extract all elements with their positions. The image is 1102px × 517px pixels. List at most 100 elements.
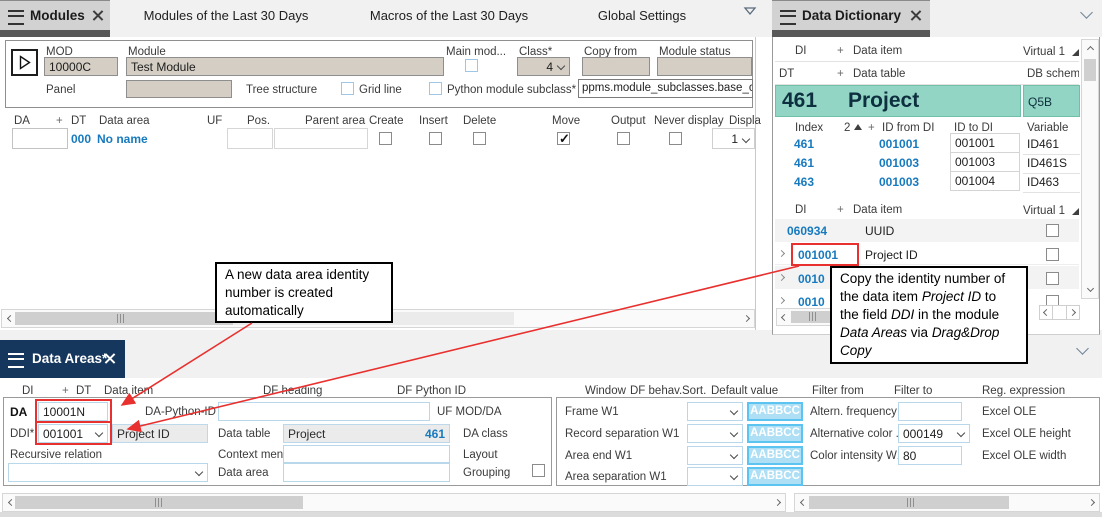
expand-plus[interactable]: + [837, 203, 844, 217]
context-menu-field[interactable] [283, 445, 450, 463]
item-row-name[interactable]: Project ID [865, 248, 918, 262]
item-row-name[interactable]: UUID [865, 224, 894, 238]
module-field[interactable]: Test Module [126, 57, 444, 76]
bottom-left-hscrollbar[interactable] [2, 493, 786, 512]
scroll-down-icon[interactable] [1087, 285, 1094, 292]
virtual-checkbox[interactable] [1046, 272, 1059, 285]
main-mod-checkbox[interactable] [465, 59, 478, 72]
scroll-right-icon[interactable] [743, 315, 750, 322]
pos-input[interactable] [227, 128, 273, 149]
scroll-right-icon[interactable] [1088, 499, 1095, 506]
index-row-index[interactable]: 463 [794, 175, 814, 189]
dd-item-virtual-label[interactable]: Virtual 1 [1023, 203, 1079, 218]
scroll-thumb[interactable] [1084, 59, 1096, 81]
module-status-field[interactable] [657, 57, 752, 76]
area-separation-w1-color-swatch[interactable]: AABBCC [747, 467, 803, 486]
record-separation-w1-color-swatch[interactable]: AABBCC [747, 424, 803, 443]
expand-plus[interactable]: + [868, 121, 875, 135]
tab-data-dictionary[interactable]: Data Dictionary [772, 0, 930, 30]
selected-table-row[interactable]: 461 Project [775, 85, 1021, 117]
frame-w1-color-swatch[interactable]: AABBCC [747, 402, 803, 421]
data-area-field[interactable] [283, 463, 450, 482]
expand-plus[interactable]: + [837, 67, 844, 81]
menu-icon[interactable] [8, 10, 24, 25]
row-data-area-value[interactable]: No name [97, 132, 148, 146]
bottom-right-hscrollbar[interactable] [794, 493, 1100, 512]
expand-plus[interactable]: + [62, 384, 69, 398]
area-separation-w1-dropdown[interactable] [687, 467, 743, 486]
menu-icon[interactable] [8, 353, 24, 368]
scroll-left-icon[interactable] [8, 499, 15, 506]
da-id-input[interactable] [12, 128, 68, 149]
da-python-id-field[interactable] [218, 402, 430, 421]
close-icon[interactable] [92, 10, 103, 21]
close-icon[interactable] [104, 353, 115, 364]
scroll-thumb[interactable] [15, 312, 233, 325]
item-row-id[interactable]: 0010 [798, 272, 825, 286]
area-end-w1-color-swatch[interactable]: AABBCC [747, 446, 803, 465]
scroll-thumb[interactable] [809, 496, 1009, 509]
mod-field[interactable]: 10000C [44, 57, 118, 76]
insert-checkbox[interactable] [429, 132, 442, 145]
tab-overflow-icon[interactable] [743, 6, 757, 16]
class-dropdown[interactable]: 4 [517, 57, 570, 76]
area-end-w1-dropdown[interactable] [687, 446, 743, 465]
scroll-left-icon[interactable] [800, 499, 807, 506]
scroll-right-button[interactable] [1066, 306, 1079, 319]
index-row-index[interactable]: 461 [794, 137, 814, 151]
never-display-checkbox[interactable] [669, 132, 682, 145]
grid-line-checkbox[interactable] [341, 82, 354, 95]
dd-virtual-col-label[interactable]: Virtual 1 [1023, 44, 1079, 59]
subclass-path-field[interactable]: ppms.module_subclasses.base_clas [578, 79, 753, 98]
scroll-right-icon[interactable] [774, 499, 781, 506]
tab-macros-last-30-days[interactable]: Macros of the Last 30 Days [348, 8, 550, 23]
dd-vscrollbar[interactable] [1081, 39, 1099, 299]
panel-field[interactable] [126, 80, 232, 98]
item-row-id[interactable]: 0010 [798, 295, 825, 309]
python-subclass-checkbox[interactable] [429, 82, 442, 95]
sort-asc-icon[interactable] [854, 124, 862, 130]
display-dropdown[interactable]: 1 [712, 128, 755, 149]
run-button[interactable] [11, 49, 38, 76]
color-intensity-field[interactable]: 80 [898, 446, 962, 465]
scroll-left-button[interactable] [1040, 306, 1053, 319]
record-separation-w1-dropdown[interactable] [687, 424, 743, 443]
index-sort-order[interactable]: 2 [844, 121, 850, 135]
copy-from-field[interactable] [582, 57, 650, 76]
item-row-id[interactable]: 060934 [787, 224, 827, 238]
output-checkbox[interactable] [617, 132, 630, 145]
frame-w1-dropdown[interactable] [687, 402, 743, 421]
expand-plus[interactable]: + [56, 114, 63, 128]
index-row-index[interactable]: 461 [794, 156, 814, 170]
parent-area-input[interactable] [274, 128, 368, 149]
grouping-checkbox[interactable] [532, 464, 545, 477]
selected-table-schema-cell[interactable]: Q5B [1023, 85, 1080, 117]
alternative-color-dropdown[interactable]: 000149 [898, 424, 970, 443]
menu-icon[interactable] [780, 10, 796, 25]
index-row-to-cell[interactable]: 001001 [950, 133, 1020, 153]
move-checkbox[interactable] [557, 132, 570, 145]
index-row-to-cell[interactable]: 001004 [950, 171, 1020, 191]
scroll-up-icon[interactable] [1087, 46, 1094, 53]
create-checkbox[interactable] [379, 132, 392, 145]
tab-data-areas[interactable]: Data Areas* [0, 340, 125, 378]
index-row-variable[interactable]: ID461S [1027, 156, 1067, 170]
tab-modules[interactable]: Modules [0, 0, 110, 30]
index-row-from[interactable]: 001003 [879, 175, 919, 189]
scroll-left-icon[interactable] [7, 315, 14, 322]
scroll-thumb[interactable] [15, 496, 303, 509]
tab-global-settings[interactable]: Global Settings [558, 8, 726, 23]
tab-modules-last-30-days[interactable]: Modules of the Last 30 Days [115, 8, 337, 23]
index-row-to-cell[interactable]: 001003 [950, 152, 1020, 172]
index-row-from[interactable]: 001003 [879, 156, 919, 170]
row-dt-value[interactable]: 000 [71, 132, 91, 146]
virtual-checkbox[interactable] [1046, 224, 1059, 237]
index-row-variable[interactable]: ID461 [1027, 137, 1059, 151]
dd-mini-hscrollbar[interactable] [1039, 305, 1080, 320]
recursive-relation-dropdown[interactable] [8, 463, 208, 482]
delete-checkbox[interactable] [473, 132, 486, 145]
expand-plus[interactable]: + [837, 44, 844, 58]
index-row-from[interactable]: 001001 [879, 137, 919, 151]
index-row-variable[interactable]: ID463 [1027, 175, 1059, 189]
close-icon[interactable] [910, 10, 921, 21]
